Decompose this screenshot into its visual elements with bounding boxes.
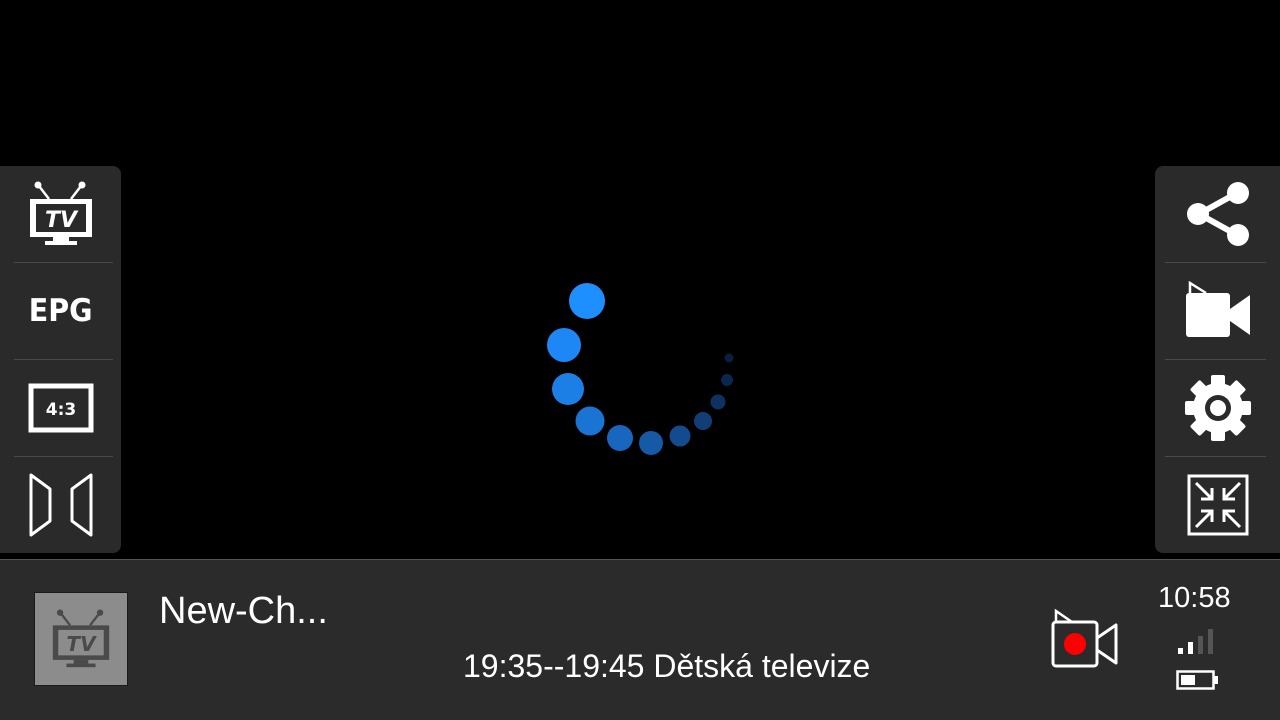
now-playing-bar: TV New-Ch... 19:35--19:45 Dětská televiz…	[0, 559, 1280, 720]
video-camera-icon	[1185, 281, 1250, 337]
channel-thumbnail[interactable]: TV	[34, 592, 128, 686]
left-control-panel: TV EPG 4:3	[0, 166, 121, 553]
video-stage[interactable]: TV EPG 4:3 TV New-Ch... 19:35--19:45 Dět…	[0, 0, 1280, 720]
epg-button[interactable]: EPG	[0, 263, 121, 359]
clock: 10:58	[1158, 582, 1231, 614]
svg-text:4:3: 4:3	[45, 400, 75, 420]
channel-name: New-Ch...	[159, 590, 328, 632]
collapse-arrows-icon	[1187, 474, 1248, 536]
signal-strength-icon	[1178, 629, 1213, 654]
exit-fullscreen-button[interactable]	[1155, 457, 1280, 553]
stretch-button[interactable]	[0, 457, 121, 553]
record-dot-icon	[1064, 633, 1086, 655]
aspect-ratio-icon: 4:3	[28, 383, 93, 433]
camera-button[interactable]	[1155, 263, 1280, 359]
stretch-icon	[29, 473, 92, 537]
svg-text:TV: TV	[66, 632, 97, 656]
settings-button[interactable]	[1155, 360, 1280, 456]
tv-icon: TV	[29, 181, 92, 245]
gear-icon	[1184, 375, 1251, 441]
channels-button[interactable]: TV	[0, 166, 121, 262]
loading-spinner-icon	[547, 283, 734, 455]
battery-icon	[1176, 670, 1218, 690]
share-button[interactable]	[1155, 166, 1280, 262]
epg-label: EPG	[28, 293, 93, 329]
svg-text:TV: TV	[44, 208, 78, 233]
share-icon	[1186, 182, 1249, 246]
programme-info: 19:35--19:45 Dětská televize	[463, 648, 871, 684]
right-control-panel	[1155, 166, 1280, 553]
tv-icon: TV	[52, 609, 110, 668]
aspect-ratio-button[interactable]: 4:3	[0, 360, 121, 456]
record-button[interactable]	[1050, 608, 1118, 670]
